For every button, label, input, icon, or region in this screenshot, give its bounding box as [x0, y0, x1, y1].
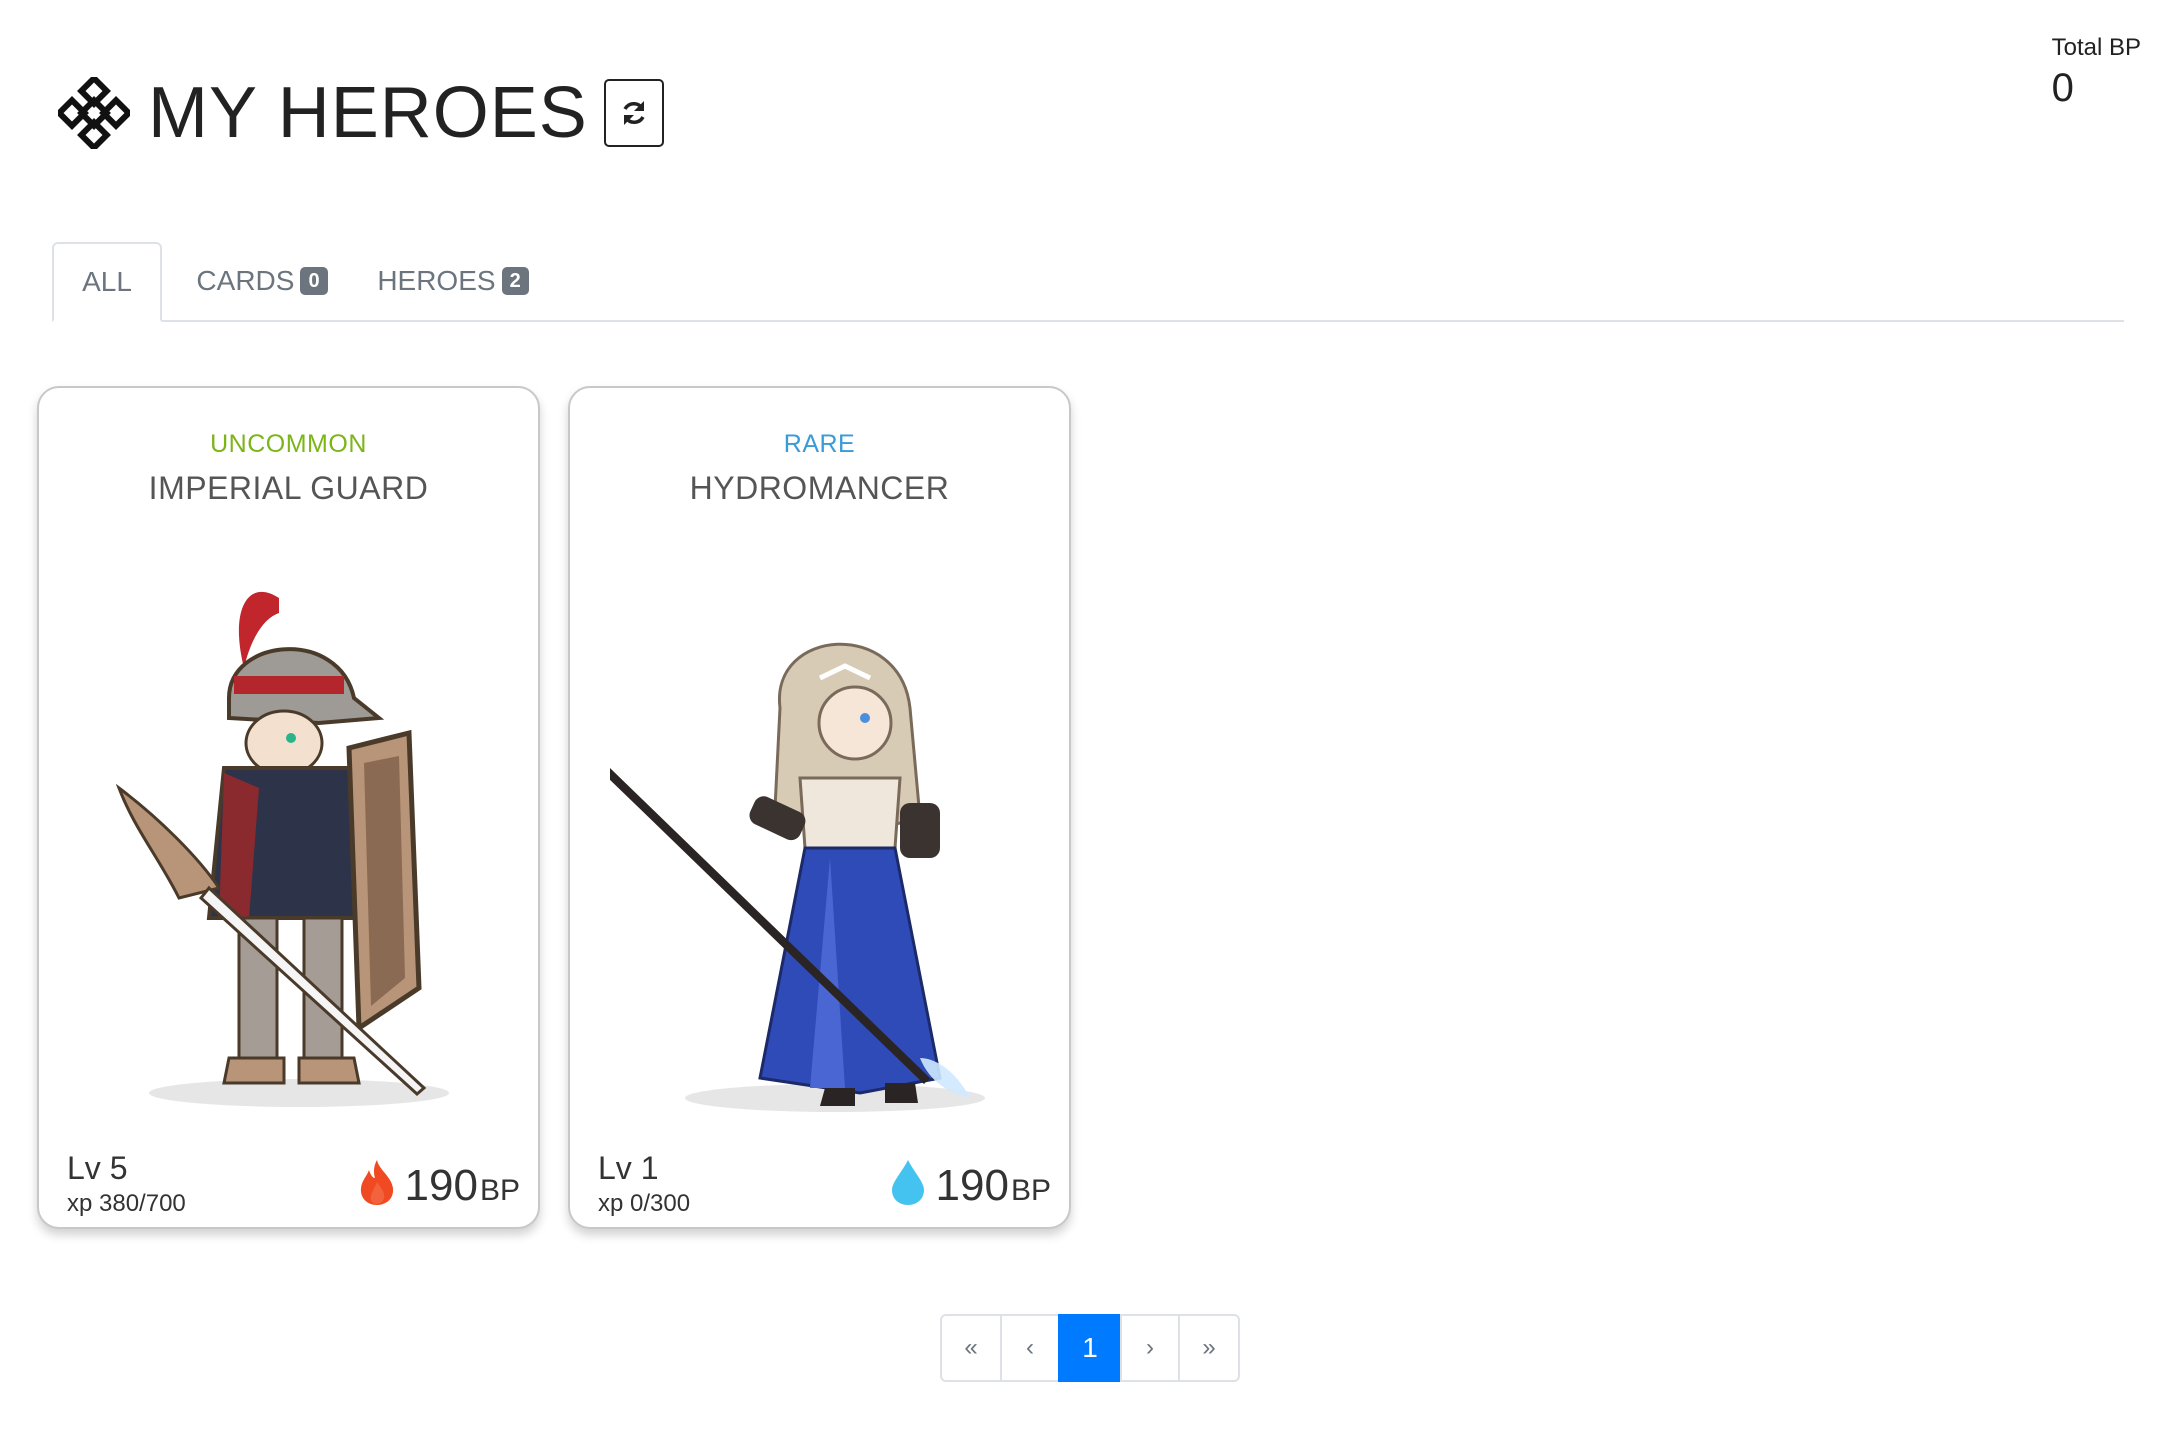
total-bp: Total BP 0	[2052, 34, 2141, 111]
rarity-label: RARE	[783, 430, 856, 458]
bp-unit: BP	[1010, 1174, 1051, 1207]
prev-page-button[interactable]: ‹	[1000, 1314, 1060, 1382]
bp-value: 190	[935, 1161, 1009, 1210]
refresh-icon	[623, 101, 645, 125]
hero-card[interactable]: UNCOMMON IMPERIAL GUARD Lv 5 xp 380/700	[37, 386, 540, 1229]
fire-icon	[360, 1160, 393, 1205]
pagination: « ‹ 1 › »	[940, 1314, 1240, 1382]
hero-name: HYDROMANCER	[689, 470, 950, 506]
page-title: MY HEROES	[148, 73, 588, 153]
tab-all[interactable]: ALL	[52, 242, 162, 322]
rarity-label: UNCOMMON	[210, 430, 367, 458]
tab-bar: ALL CARDS 0 HEROES 2	[52, 242, 2124, 322]
first-page-button[interactable]: «	[940, 1314, 1002, 1382]
hero-level: Lv 5	[67, 1150, 128, 1186]
heroes-count-badge: 2	[501, 267, 529, 295]
bp-unit: BP	[479, 1174, 520, 1207]
hero-bp: 190 BP	[888, 1158, 1051, 1208]
water-drop-icon	[891, 1160, 924, 1205]
hero-xp: xp 380/700	[67, 1190, 186, 1217]
hero-bp: 190 BP	[357, 1158, 520, 1208]
total-bp-label: Total BP	[2051, 34, 2141, 61]
tab-all-label: ALL	[82, 266, 132, 297]
knot-logo-icon	[58, 77, 130, 149]
tab-heroes[interactable]: HEROES 2	[368, 242, 538, 320]
imperial-guard-portrait	[115, 591, 449, 1107]
page-header: MY HEROES	[58, 58, 664, 168]
hero-name: IMPERIAL GUARD	[148, 470, 429, 506]
bp-value: 190	[404, 1161, 478, 1210]
hero-level: Lv 1	[598, 1150, 659, 1186]
total-bp-value: 0	[2051, 66, 2074, 110]
cards-count-badge: 0	[300, 267, 328, 295]
refresh-button[interactable]	[603, 79, 664, 147]
tab-heroes-label: HEROES	[377, 265, 496, 296]
hero-xp: xp 0/300	[598, 1190, 691, 1217]
hydromancer-portrait	[610, 642, 985, 1112]
hero-card[interactable]: RARE HYDROMANCER Lv 1 xp 0/300 190 BP	[568, 386, 1071, 1229]
current-page-button[interactable]: 1	[1058, 1314, 1122, 1382]
tab-cards[interactable]: CARDS 0	[182, 242, 342, 320]
next-page-button[interactable]: ›	[1120, 1314, 1180, 1382]
last-page-button[interactable]: »	[1178, 1314, 1240, 1382]
tab-cards-label: CARDS	[196, 265, 295, 296]
